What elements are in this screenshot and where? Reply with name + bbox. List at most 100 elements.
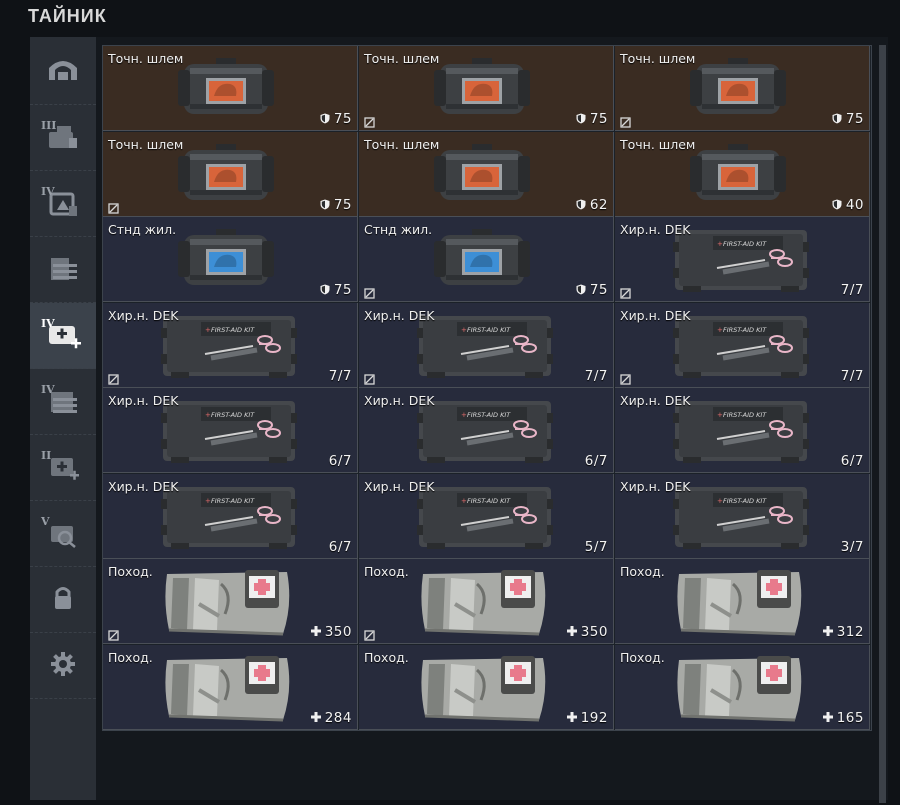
shield-icon <box>320 199 330 212</box>
stash-item-kit[interactable]: + FIRST-AID KIT Хир.н. DEK 6/7 <box>615 388 870 473</box>
item-name: Поход. <box>620 564 665 579</box>
item-name: Хир.н. DEK <box>364 393 435 408</box>
item-name: Точн. шлем <box>620 136 696 152</box>
shield-icon <box>576 284 586 297</box>
item-image: + FIRST-AID KIT <box>417 315 553 378</box>
item-name: Хир.н. DEK <box>108 393 179 408</box>
tier-label: IV <box>41 185 55 198</box>
item-value-text: 7/7 <box>840 282 864 298</box>
item-image <box>165 570 290 636</box>
item-name: Хир.н. DEK <box>364 478 435 494</box>
stash-item-vest[interactable]: Стнд жил. 75 <box>103 217 358 302</box>
item-value-text: 6/7 <box>328 453 352 469</box>
svg-text:FIRST-AID KIT: FIRST-AID KIT <box>723 326 767 334</box>
shield-icon <box>320 284 330 297</box>
marked-icon <box>108 370 119 385</box>
stash-item-helmet[interactable]: Точн. шлем 75 <box>359 46 614 131</box>
item-value-text: 40 <box>845 196 864 213</box>
stash-item-kit[interactable]: + FIRST-AID KIT Хир.н. DEK 6/7 <box>359 388 614 473</box>
item-name: Хир.н. DEK <box>620 307 691 323</box>
stash-grid: Точн. шлем 75 Точн. шлем 75 Точн. шлем 75 Точн… <box>102 45 872 731</box>
tier-label: II <box>41 449 52 462</box>
item-image <box>178 143 274 200</box>
item-image: + FIRST-AID KIT <box>161 486 297 549</box>
item-image <box>677 655 802 721</box>
stash-item-pouch[interactable]: Поход. 350 <box>359 559 614 644</box>
shield-icon <box>576 199 586 212</box>
sidebar-item-supply-tier[interactable]: IV <box>30 369 96 435</box>
plus-icon <box>310 626 321 639</box>
scrollbar[interactable] <box>879 45 886 803</box>
stash-item-pouch[interactable]: Поход. 350 <box>103 559 358 644</box>
stash-item-kit[interactable]: + FIRST-AID KIT Хир.н. DEK 3/7 <box>615 473 870 559</box>
plus-icon <box>566 626 577 639</box>
sidebar-item-lock[interactable] <box>30 567 96 633</box>
item-name: Поход. <box>364 649 409 665</box>
stash-item-pouch[interactable]: Поход. 284 <box>103 644 358 730</box>
item-image <box>434 143 530 200</box>
item-value: 312 <box>822 624 864 640</box>
sidebar-item-helmet-tier[interactable]: III <box>30 105 96 171</box>
shield-icon <box>320 113 330 126</box>
marked-icon <box>364 370 375 385</box>
stash-item-helmet[interactable]: Точн. шлем 75 <box>615 46 870 131</box>
item-value: 62 <box>576 197 608 213</box>
stash-item-kit[interactable]: + FIRST-AID KIT Хир.н. DEK 7/7 <box>615 302 870 388</box>
item-value-text: 350 <box>324 624 352 640</box>
sidebar-item-medkit-plus[interactable]: IV <box>30 303 96 369</box>
item-image <box>421 655 546 721</box>
item-value: 75 <box>320 282 352 298</box>
item-value-text: 7/7 <box>584 367 608 384</box>
item-value: 3/7 <box>841 539 864 555</box>
item-image <box>165 655 290 721</box>
item-name: Поход. <box>108 649 153 665</box>
marked-icon <box>620 284 631 299</box>
item-value-text: 284 <box>324 709 352 726</box>
stash-item-kit[interactable]: + FIRST-AID KIT Хир.н. DEK 7/7 <box>359 302 614 388</box>
stash-item-pouch[interactable]: Поход. 312 <box>615 559 870 644</box>
item-value: 75 <box>320 197 352 213</box>
item-name: Точн. шлем <box>620 51 696 66</box>
stash-item-pouch[interactable]: Поход. 192 <box>359 644 614 730</box>
sidebar: III IV IV IV II V <box>30 37 96 800</box>
item-image: + FIRST-AID KIT <box>673 230 809 292</box>
item-image: + FIRST-AID KIT <box>673 486 809 549</box>
item-value: 6/7 <box>329 539 352 555</box>
stash-item-helmet[interactable]: Точн. шлем 40 <box>615 131 870 217</box>
sidebar-item-medkit-tier[interactable]: II <box>30 435 96 501</box>
stash-item-kit[interactable]: + FIRST-AID KIT Хир.н. DEK 7/7 <box>103 302 358 388</box>
item-value: 40 <box>832 197 864 213</box>
item-value-text: 75 <box>333 196 352 213</box>
stash-item-kit[interactable]: + FIRST-AID KIT Хир.н. DEK 6/7 <box>103 388 358 473</box>
item-value: 7/7 <box>585 368 608 384</box>
shield-icon <box>832 199 842 212</box>
plus-icon <box>566 711 577 725</box>
item-image <box>178 58 274 114</box>
stash-item-helmet[interactable]: Точн. шлем 75 <box>103 46 358 131</box>
sidebar-item-backpack-tier[interactable] <box>30 237 96 303</box>
item-image: + FIRST-AID KIT <box>417 401 553 463</box>
tier-label: V <box>41 515 50 528</box>
item-name: Хир.н. DEK <box>108 307 179 323</box>
stash-item-vest[interactable]: Стнд жил. 75 <box>359 217 614 302</box>
item-name: Хир.н. DEK <box>108 478 179 494</box>
item-value: 75 <box>832 111 864 127</box>
item-value-text: 75 <box>589 111 608 127</box>
sidebar-item-scope-tier[interactable]: V <box>30 501 96 567</box>
sidebar-item-gear[interactable] <box>30 633 96 699</box>
stash-item-kit[interactable]: + FIRST-AID KIT Хир.н. DEK 5/7 <box>359 473 614 559</box>
item-value: 350 <box>566 624 608 640</box>
stash-item-helmet[interactable]: Точн. шлем 75 <box>103 131 358 217</box>
sidebar-item-shelter[interactable] <box>30 39 96 105</box>
item-name: Точн. шлем <box>364 136 440 152</box>
stash-item-helmet[interactable]: Точн. шлем 62 <box>359 131 614 217</box>
stash-item-pouch[interactable]: Поход. 165 <box>615 644 870 730</box>
item-name: Хир.н. DEK <box>620 393 691 408</box>
sidebar-item-armor-tier[interactable]: IV <box>30 171 96 237</box>
item-value-text: 75 <box>333 111 352 127</box>
page-title: ТАЙНИК <box>28 6 107 26</box>
item-value: 6/7 <box>841 453 864 469</box>
stash-item-kit[interactable]: + FIRST-AID KIT Хир.н. DEK 6/7 <box>103 473 358 559</box>
item-image <box>434 229 530 285</box>
stash-item-kit[interactable]: + FIRST-AID KIT Хир.н. DEK 7/7 <box>615 217 870 302</box>
